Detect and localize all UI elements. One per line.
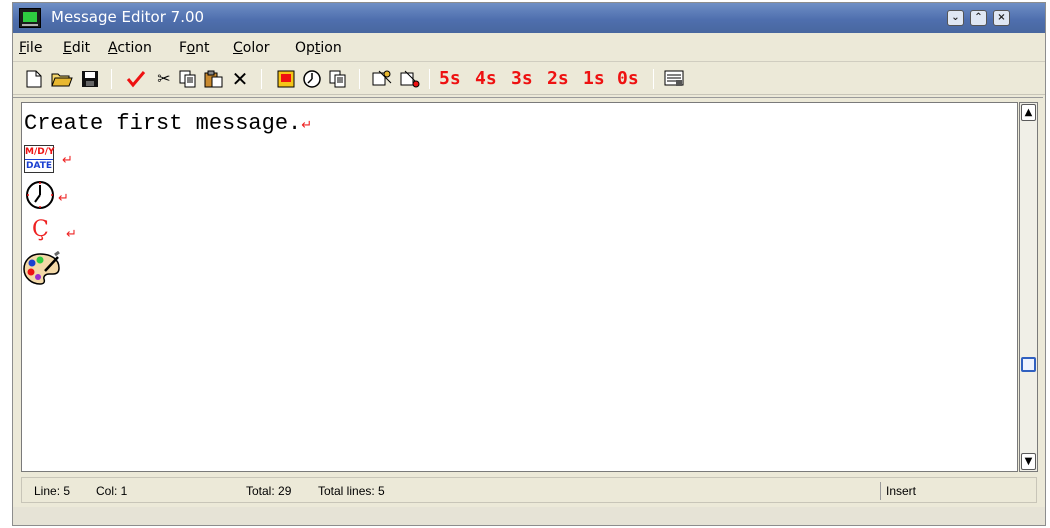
date-format-label: M/D/Y [25,147,55,157]
toolbar-separator [111,69,112,89]
date-field-icon[interactable]: M/D/Y DATE [24,145,55,173]
status-bar: Line: 5 Col: 1 Total: 29 Total lines: 5 … [21,477,1037,503]
color-palette-field-icon[interactable] [22,250,60,291]
menu-action-key: A [108,40,118,56]
maximize-button[interactable]: ⌃ [970,10,987,26]
menu-file-rest: ile [26,40,43,56]
status-total: Total: 29 [246,484,292,498]
menu-color-key: C [233,40,243,56]
date-insert-icon[interactable] [275,68,297,90]
app-window: Message Editor 7.00 ⌄ ⌃ × File Edit Acti… [12,2,1046,526]
menu-font[interactable]: Font [179,40,210,56]
delay-3s-button[interactable]: 3s [511,68,533,90]
special-char-field[interactable]: Ç [32,217,49,242]
window-title: Message Editor 7.00 [51,8,205,26]
clock-insert-icon[interactable] [301,68,323,90]
toolbar-separator [653,69,654,89]
delay-4s-button[interactable]: 4s [475,68,497,90]
menu-bar: File Edit Action Font Color Option [13,34,1045,62]
menu-action-rest: ction [117,40,152,56]
menu-file[interactable]: File [19,40,42,56]
minimize-button[interactable]: ⌄ [947,10,964,26]
delay-0s-button[interactable]: 0s [617,68,639,90]
status-total-lines: Total lines: 5 [318,484,385,498]
return-mark: ↵ [301,118,313,133]
status-separator [880,482,881,500]
return-mark: ↵ [66,227,77,242]
menu-file-key: F [19,40,27,56]
toolbar: ✂ ✕ 5s 4s 3s 2s 1s 0s [13,63,1045,95]
menu-action[interactable]: Action [108,40,152,56]
menu-edit-rest: dit [71,40,91,56]
copy-icon[interactable] [177,68,199,90]
title-bar[interactable]: Message Editor 7.00 ⌄ ⌃ × [13,3,1045,33]
scroll-thumb[interactable] [1021,357,1036,372]
status-col: Col: 1 [96,484,128,498]
new-document-icon[interactable] [23,68,45,90]
date-label: DATE [25,159,53,171]
close-button[interactable]: × [993,10,1010,26]
menu-edit-key: E [63,40,72,56]
menu-option[interactable]: Option [295,40,342,56]
scroll-down-button[interactable]: ▼ [1021,453,1036,470]
menu-edit[interactable]: Edit [63,40,90,56]
scroll-up-button[interactable]: ▲ [1021,104,1036,121]
status-mode: Insert [886,484,917,498]
delay-2s-button[interactable]: 2s [547,68,569,90]
toolbar-separator [261,69,262,89]
return-mark: ↵ [58,191,69,206]
open-folder-icon[interactable] [51,68,73,90]
menu-font-pre: F [179,40,187,56]
vertical-scrollbar[interactable]: ▲ ▼ [1019,102,1038,472]
editor-frame: Create first message.↵ M/D/Y DATE ↵ ↵ Ç … [13,97,1043,481]
status-line: Line: 5 [34,484,71,498]
delay-1s-button[interactable]: 1s [583,68,605,90]
menu-font-key: o [186,40,196,56]
delete-x-icon[interactable]: ✕ [229,68,251,90]
paste-icon[interactable] [203,68,225,90]
menu-font-rest: nt [195,40,210,56]
save-disk-icon[interactable] [79,68,101,90]
message-editor-area[interactable]: Create first message.↵ M/D/Y DATE ↵ ↵ Ç … [21,102,1018,472]
editor-line-1: Create first message.↵ [24,111,312,136]
check-icon[interactable] [125,68,147,90]
menu-option-rest: ion [320,40,342,56]
toolbar-separator [429,69,430,89]
delay-5s-button[interactable]: 5s [439,68,461,90]
copy-special-icon[interactable] [327,68,349,90]
menu-option-pre: Op [295,40,315,56]
return-mark: ↵ [62,153,73,168]
bottom-strip [13,507,1045,525]
toolbar-separator [359,69,360,89]
color-palette-icon[interactable] [399,68,421,90]
message-icon[interactable] [663,68,685,90]
clock-field-icon[interactable] [24,179,56,215]
menu-color[interactable]: Color [233,40,270,56]
cut-scissors-icon[interactable]: ✂ [153,68,175,90]
special-char-icon[interactable] [371,68,393,90]
editor-text-line1: Create first message. [24,111,302,136]
app-monitor-icon [19,8,41,28]
menu-color-rest: olor [242,40,270,56]
